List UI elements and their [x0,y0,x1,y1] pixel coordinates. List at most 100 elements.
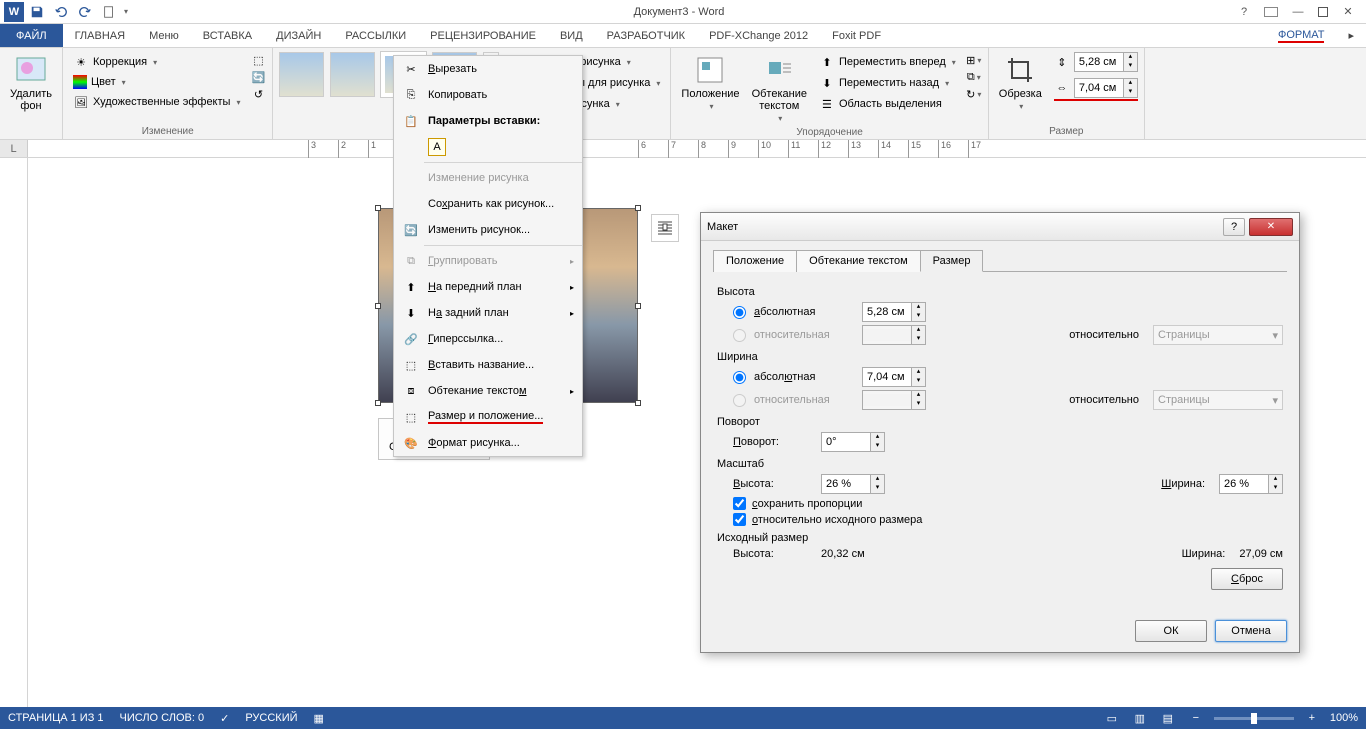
language-indicator[interactable]: РУССКИЙ [245,712,297,724]
zoom-slider[interactable] [1214,717,1294,720]
dialog-title-bar[interactable]: Макет ? ✕ [701,213,1299,241]
group-icon[interactable]: ⧉▾ [966,69,982,85]
send-backward-button[interactable]: ⬇Переместить назад▾ [815,73,960,93]
ruler-corner[interactable]: L [0,140,28,157]
word-count[interactable]: ЧИСЛО СЛОВ: 0 [120,712,205,724]
cm-cut[interactable]: ✂Вырезать [394,56,582,82]
width-input[interactable]: ▴▾ [1074,78,1138,98]
align-icon[interactable]: ⊞▾ [966,52,982,68]
ribbon-display-icon[interactable] [1264,7,1278,17]
tab-view[interactable]: ВИД [548,24,595,47]
save-icon[interactable] [26,2,48,22]
compress-icon[interactable]: ⬚ [250,52,266,68]
color-button[interactable]: Цвет▾ [69,73,244,91]
minimize-icon[interactable]: ― [1290,4,1306,20]
cm-bring-front[interactable]: ⬆На передний план▸ [394,274,582,300]
rotation-input[interactable]: ▴▾ [821,432,885,452]
cm-caption[interactable]: ⬚Вставить название... [394,352,582,378]
tab-home[interactable]: ГЛАВНАЯ [63,24,137,47]
resize-handle[interactable] [375,400,381,406]
selection-pane-button[interactable]: ☰Область выделения [815,94,960,114]
layout-options-icon[interactable] [651,214,679,242]
bring-forward-button[interactable]: ⬆Переместить вперед▾ [815,52,960,72]
read-mode-icon[interactable]: ▭ [1102,710,1122,726]
position-icon [694,54,726,86]
picture-style-2[interactable] [330,52,375,97]
cm-change[interactable]: 🔄Изменить рисунок... [394,217,582,243]
cm-copy[interactable]: ⎘Копировать [394,82,582,108]
tab-menu[interactable]: Меню [137,24,191,47]
width-absolute-radio[interactable] [733,371,746,384]
position-button[interactable]: Положение▾ [677,52,743,113]
cm-format-picture[interactable]: 🎨Формат рисунка... [394,430,582,456]
width-value-input[interactable]: ▴▾ [862,367,926,387]
tab-file[interactable]: ФАЙЛ [0,24,63,47]
scale-height-input[interactable]: ▴▾ [821,474,885,494]
resize-handle[interactable] [635,303,641,309]
cm-save-as-picture[interactable]: Сохранить как рисунок... [394,191,582,217]
height-absolute-label[interactable]: абсолютная [754,306,854,318]
qat-dropdown-icon[interactable]: ▾ [124,7,128,16]
zoom-out-icon[interactable]: − [1186,710,1206,726]
resize-handle[interactable] [375,303,381,309]
remove-background-button[interactable]: Удалить фон [6,52,56,114]
reset-picture-icon[interactable]: ↺ [250,86,266,102]
cm-wrap[interactable]: ⧈Обтекание текстом▸ [394,378,582,404]
tab-developer[interactable]: РАЗРАБОТЧИК [595,24,697,47]
cm-hyperlink[interactable]: 🔗Гиперссылка... [394,326,582,352]
zoom-in-icon[interactable]: + [1302,710,1322,726]
resize-handle[interactable] [635,400,641,406]
web-layout-icon[interactable]: ▤ [1158,710,1178,726]
width-absolute-label[interactable]: абсолютная [754,371,854,383]
dialog-help-icon[interactable]: ? [1223,218,1245,236]
cm-send-back[interactable]: ⬇На задний план▸ [394,300,582,326]
wrap-text-button[interactable]: Обтекание текстом▾ [748,52,811,125]
tab-foxit[interactable]: Foxit PDF [820,24,893,47]
lock-aspect-checkbox[interactable] [733,497,746,510]
resize-handle[interactable] [375,205,381,211]
word-icon[interactable]: W [4,2,24,22]
maximize-icon[interactable] [1318,7,1328,17]
spellcheck-icon[interactable]: ✓ [220,712,229,725]
scale-width-input[interactable]: ▴▾ [1219,474,1283,494]
dialog-close-icon[interactable]: ✕ [1249,218,1293,236]
ok-button[interactable]: ОК [1135,620,1207,642]
height-input[interactable]: ▴▾ [1074,52,1138,72]
relative-original-label[interactable]: относительно исходного размера [752,514,922,526]
print-layout-icon[interactable]: ▥ [1130,710,1150,726]
page-indicator[interactable]: СТРАНИЦА 1 ИЗ 1 [8,712,104,724]
undo-icon[interactable] [50,2,72,22]
rotate-icon[interactable]: ↻▾ [966,86,982,102]
artistic-effects-button[interactable]: 🖼Художественные эффекты▾ [69,92,244,112]
tab-review[interactable]: РЕЦЕНЗИРОВАНИЕ [418,24,548,47]
cm-size-position[interactable]: ⬚Размер и положение... [394,404,582,430]
cancel-button[interactable]: Отмена [1215,620,1287,642]
resize-handle[interactable] [635,205,641,211]
dialog-tab-position[interactable]: Положение [713,250,797,272]
change-picture-icon[interactable]: 🔄 [250,69,266,85]
picture-style-1[interactable] [279,52,324,97]
help-icon[interactable]: ? [1236,4,1252,20]
tab-format[interactable]: ФОРМАТ [1266,24,1337,47]
tab-overflow-icon[interactable]: ▸ [1336,24,1366,47]
zoom-level[interactable]: 100% [1330,712,1358,724]
new-doc-icon[interactable] [98,2,120,22]
dialog-tab-wrap[interactable]: Обтекание текстом [796,250,921,272]
lock-aspect-label[interactable]: сохранить пропорции [752,498,862,510]
tab-insert[interactable]: ВСТАВКА [191,24,264,47]
ruler-vertical[interactable] [0,158,28,715]
tab-pdfxchange[interactable]: PDF-XChange 2012 [697,24,820,47]
macro-icon[interactable]: ▦ [314,712,324,725]
tab-mailings[interactable]: РАССЫЛКИ [333,24,418,47]
redo-icon[interactable] [74,2,96,22]
tab-design[interactable]: ДИЗАЙН [264,24,333,47]
height-value-input[interactable]: ▴▾ [862,302,926,322]
dialog-tab-size[interactable]: Размер [920,250,984,272]
cm-paste-option-1[interactable]: A [394,134,582,160]
close-icon[interactable]: ✕ [1340,4,1356,20]
relative-original-checkbox[interactable] [733,513,746,526]
corrections-button[interactable]: ☀Коррекция▾ [69,52,244,72]
reset-button[interactable]: Сброс [1211,568,1283,590]
crop-button[interactable]: Обрезка▾ [995,52,1046,113]
height-absolute-radio[interactable] [733,306,746,319]
